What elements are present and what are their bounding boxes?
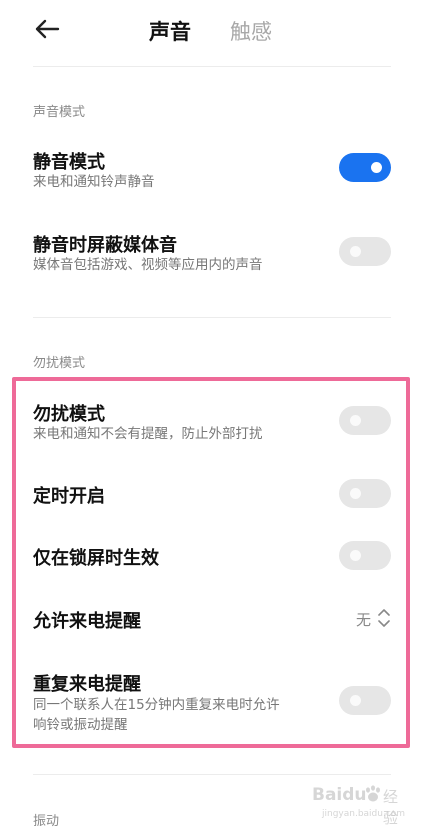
setting-title: 重复来电提醒 bbox=[33, 674, 141, 695]
back-arrow-icon[interactable] bbox=[32, 14, 62, 44]
setting-row-scheduled[interactable]: 定时开启 bbox=[33, 478, 391, 508]
repeat-calls-toggle[interactable] bbox=[339, 686, 391, 715]
setting-row-silent-mode[interactable]: 静音模式 来电和通知铃声静音 bbox=[33, 146, 391, 198]
toggle-knob bbox=[350, 488, 361, 499]
baidu-jingyan-watermark: Baidu 经验 jingyan.baidu.com bbox=[312, 779, 412, 829]
toggle-knob bbox=[350, 415, 361, 426]
scheduled-toggle[interactable] bbox=[339, 479, 391, 508]
watermark-suffix: 经验 bbox=[383, 788, 399, 827]
section-label-vibration: 振动 bbox=[33, 814, 60, 829]
setting-title: 仅在锁屏时生效 bbox=[33, 548, 159, 569]
mute-media-toggle[interactable] bbox=[339, 237, 391, 266]
watermark-url: jingyan.baidu.com bbox=[322, 809, 406, 819]
toggle-knob bbox=[350, 246, 361, 257]
setting-title: 勿扰模式 bbox=[33, 404, 105, 425]
setting-row-repeat-calls[interactable]: 重复来电提醒 同一个联系人在15分钟内重复来电时允许 响铃或振动提醒 bbox=[33, 668, 391, 736]
setting-description: 来电和通知铃声静音 bbox=[33, 174, 155, 190]
setting-row-dnd[interactable]: 勿扰模式 来电和通知不会有提醒，防止外部打扰 bbox=[33, 398, 391, 448]
section-label-sound-mode: 声音模式 bbox=[33, 105, 86, 120]
setting-title: 静音模式 bbox=[33, 152, 105, 173]
watermark-brand: Baidu bbox=[312, 785, 367, 805]
tab-haptics[interactable]: 触感 bbox=[230, 16, 272, 46]
setting-row-lock-screen-only[interactable]: 仅在锁屏时生效 bbox=[33, 540, 391, 570]
toggle-knob bbox=[350, 550, 361, 561]
dnd-toggle[interactable] bbox=[339, 406, 391, 435]
top-bar: 声音 触感 bbox=[0, 0, 425, 62]
setting-description: 来电和通知不会有提醒，防止外部打扰 bbox=[33, 426, 263, 442]
allow-calls-value[interactable]: 无 bbox=[356, 609, 371, 630]
divider bbox=[33, 317, 391, 318]
lock-screen-only-toggle[interactable] bbox=[339, 541, 391, 570]
setting-title: 定时开启 bbox=[33, 486, 105, 507]
setting-description: 媒体音包括游戏、视频等应用内的声音 bbox=[33, 257, 263, 273]
toggle-knob bbox=[350, 695, 361, 706]
toggle-knob bbox=[371, 162, 382, 173]
paw-icon bbox=[366, 785, 380, 802]
divider bbox=[33, 774, 391, 775]
chevron-up-down-icon[interactable] bbox=[377, 608, 391, 628]
setting-description: 同一个联系人在15分钟内重复来电时允许 bbox=[33, 697, 280, 713]
setting-title: 静音时屏蔽媒体音 bbox=[33, 235, 177, 256]
tab-sound[interactable]: 声音 bbox=[149, 16, 191, 46]
setting-row-mute-media[interactable]: 静音时屏蔽媒体音 媒体音包括游戏、视频等应用内的声音 bbox=[33, 229, 391, 281]
section-label-dnd: 勿扰模式 bbox=[33, 356, 86, 371]
setting-description: 响铃或振动提醒 bbox=[33, 717, 128, 733]
divider bbox=[33, 66, 391, 67]
setting-title: 允许来电提醒 bbox=[33, 611, 141, 632]
setting-row-allow-calls[interactable]: 允许来电提醒 无 bbox=[33, 603, 391, 633]
silent-mode-toggle[interactable] bbox=[339, 153, 391, 182]
